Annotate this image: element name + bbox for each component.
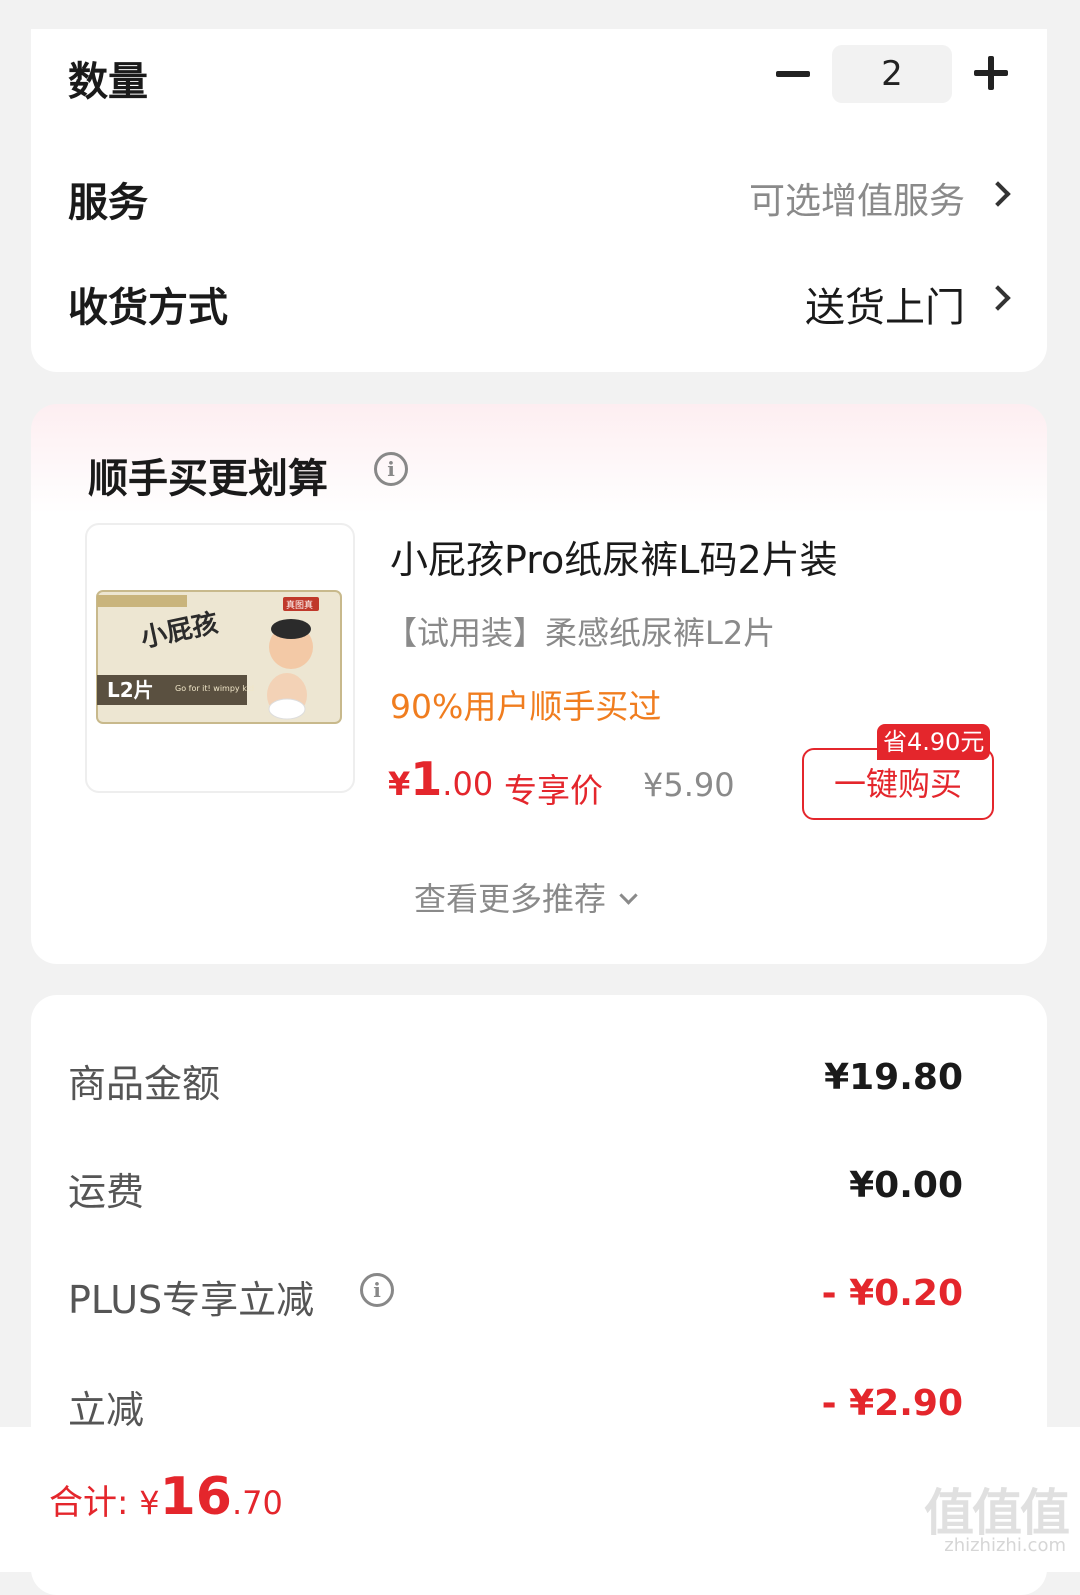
pack-size-text: L2片 [107, 678, 154, 702]
total-decimal: .70 [232, 1484, 283, 1522]
pack-badge-text: 真图真 [286, 599, 313, 611]
price-label: 专享价 [504, 771, 603, 810]
total-currency: ¥ [139, 1484, 160, 1522]
view-more-recommendations-link[interactable]: 查看更多推荐 [414, 874, 638, 920]
watermark-url: zhizhizhi.com [944, 1535, 1066, 1556]
delivery-label: 收货方式 [68, 285, 228, 331]
info-icon[interactable]: i [360, 1273, 394, 1307]
diaper-pack-image: L2片 Go for it! wimpy kid 小屁孩 真图真 [96, 590, 342, 724]
price-decimal: .00 [442, 765, 494, 803]
product-subtitle: 【试用装】柔感纸尿裤L2片 [385, 614, 776, 652]
chevron-right-icon [985, 181, 1011, 207]
addon-recommend-card: 顺手买更划算 i L2片 Go for it! wimpy kid 小屁孩 真图… [31, 404, 1047, 964]
plus-discount-label: PLUS专享立减 [68, 1278, 315, 1322]
save-badge: 省4.90元 [877, 724, 991, 760]
popularity-tag: 90%用户顺手买过 [390, 687, 662, 726]
pack-slogan-text: Go for it! wimpy kid [175, 684, 254, 693]
bottom-total-bar: 合计: ¥16.70 值值值 zhizhizhi.com [0, 1427, 1080, 1572]
order-total: 合计: ¥16.70 [49, 1467, 283, 1527]
chevron-down-icon [619, 886, 638, 905]
total-integer: 16 [159, 1467, 232, 1527]
product-name[interactable]: 小屁孩Pro纸尿裤L码2片装 [390, 529, 838, 584]
total-label: 合计: [49, 1483, 140, 1523]
product-thumbnail[interactable]: L2片 Go for it! wimpy kid 小屁孩 真图真 [85, 523, 355, 793]
quantity-decrease-button[interactable] [776, 71, 810, 77]
original-price: ¥5.90 [643, 766, 735, 804]
quantity-input[interactable]: 2 [832, 45, 952, 103]
price-currency: ¥ [388, 765, 411, 803]
chevron-right-icon [985, 285, 1011, 311]
service-label: 服务 [68, 180, 148, 226]
service-value: 可选增值服务 [748, 181, 965, 222]
shipping-label: 运费 [68, 1170, 145, 1214]
section-title: 顺手买更划算 [88, 456, 328, 502]
view-more-label: 查看更多推荐 [414, 880, 607, 918]
instant-discount-value: - ¥2.90 [821, 1383, 963, 1424]
quantity-label: 数量 [68, 59, 148, 105]
exclusive-price: ¥1.00 [388, 752, 493, 806]
price-integer: 1 [410, 752, 443, 806]
quantity-increase-button[interactable] [974, 56, 1008, 90]
goods-amount-value: ¥19.80 [824, 1057, 963, 1098]
info-icon[interactable]: i [374, 452, 408, 486]
goods-amount-label: 商品金额 [68, 1062, 221, 1106]
plus-discount-value: - ¥0.20 [821, 1273, 963, 1314]
order-options-card: 数量 2 服务 可选增值服务 收货方式 送货上门 [31, 29, 1047, 372]
instant-discount-label: 立减 [68, 1388, 145, 1432]
delivery-value: 送货上门 [805, 285, 965, 331]
shipping-value: ¥0.00 [849, 1165, 963, 1206]
